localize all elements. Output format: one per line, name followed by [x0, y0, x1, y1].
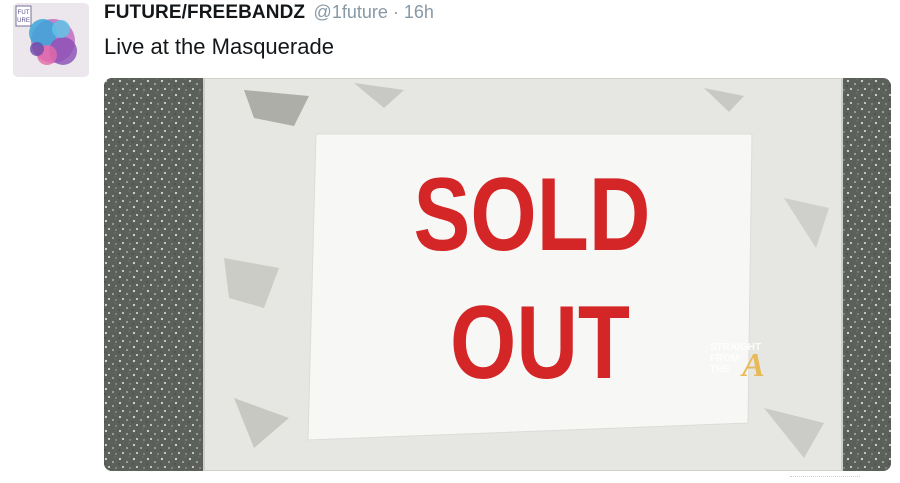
cover-tag-top: FUT	[18, 10, 30, 16]
watermark-glyph: A	[740, 347, 765, 384]
watermark-line-3: THE	[710, 364, 730, 375]
profile-avatar[interactable]: FUT URE	[13, 3, 89, 77]
tweet-footer-divider	[790, 476, 860, 482]
album-cover-icon: FUT URE	[13, 3, 89, 77]
tweet[interactable]: FUT URE FUTURE/FREEBANDZ @1future · 16h …	[0, 0, 900, 483]
sign-text-out: OUT	[450, 285, 630, 401]
tweet-header: FUTURE/FREEBANDZ @1future · 16h	[104, 2, 434, 24]
separator-dot: ·	[387, 2, 404, 22]
display-name[interactable]: FUTURE/FREEBANDZ	[104, 2, 305, 23]
tweet-timestamp[interactable]: 16h	[404, 2, 434, 22]
tweet-text: Live at the Masquerade	[104, 34, 334, 59]
sold-out-photo: SOLD OUT STRAIGHT FROM THE A	[104, 78, 891, 471]
watermark-line-2: FROM	[710, 353, 739, 364]
cover-tag-bottom: URE	[17, 18, 30, 24]
user-handle[interactable]: @1future	[314, 2, 388, 22]
sign-text-sold: SOLD	[414, 157, 651, 273]
tweet-media-photo[interactable]: SOLD OUT STRAIGHT FROM THE A	[104, 78, 891, 471]
